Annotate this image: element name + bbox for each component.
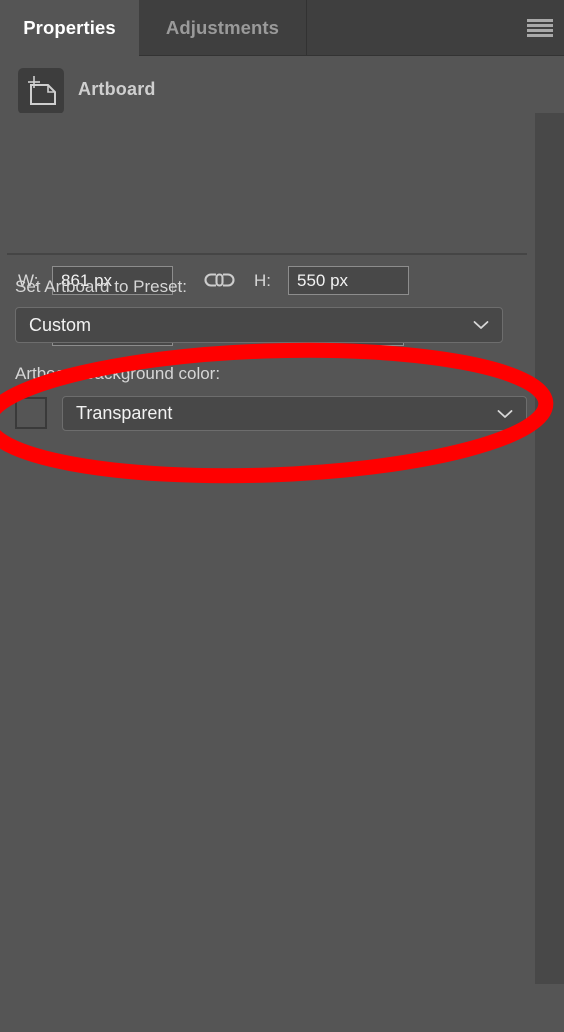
preset-select[interactable]: Custom	[15, 307, 503, 343]
preset-select-value: Custom	[29, 314, 92, 335]
height-input[interactable]: 550 px	[288, 266, 409, 295]
hamburger-line	[527, 34, 553, 37]
chevron-down-icon	[497, 409, 513, 418]
properties-panel: Properties Adjustments Artboard W: 861 p…	[0, 0, 564, 1032]
hamburger-menu-icon[interactable]	[527, 18, 553, 38]
preset-label: Set Artboard to Preset:	[15, 277, 187, 296]
tab-adjustments[interactable]: Adjustments	[139, 0, 307, 56]
panel-content: W: 861 px H: 550 px X: 3351 px Y: 71 px	[0, 113, 535, 1032]
chevron-down-icon	[473, 321, 489, 329]
background-color-label: Artboard background color:	[15, 364, 221, 383]
tab-bar-empty-area	[307, 0, 564, 56]
section-divider	[7, 253, 527, 255]
adjacent-panel-edge	[535, 113, 564, 984]
hamburger-line	[527, 29, 553, 32]
panel-tab-bar: Properties Adjustments	[0, 0, 564, 56]
height-label: H:	[254, 271, 271, 290]
background-color-swatch[interactable]	[15, 397, 47, 429]
link-chain-icon[interactable]	[202, 269, 238, 291]
background-color-value: Transparent	[76, 403, 173, 423]
page-title: Artboard	[78, 79, 156, 99]
artboard-icon	[18, 68, 64, 114]
tab-properties[interactable]: Properties	[0, 0, 139, 56]
tab-adjustments-label: Adjustments	[165, 17, 280, 38]
hamburger-line	[527, 24, 553, 27]
tab-properties-label: Properties	[23, 17, 116, 38]
panel-header: Artboard	[0, 56, 535, 114]
hamburger-line	[527, 19, 553, 22]
background-color-select[interactable]: Transparent	[62, 396, 527, 431]
